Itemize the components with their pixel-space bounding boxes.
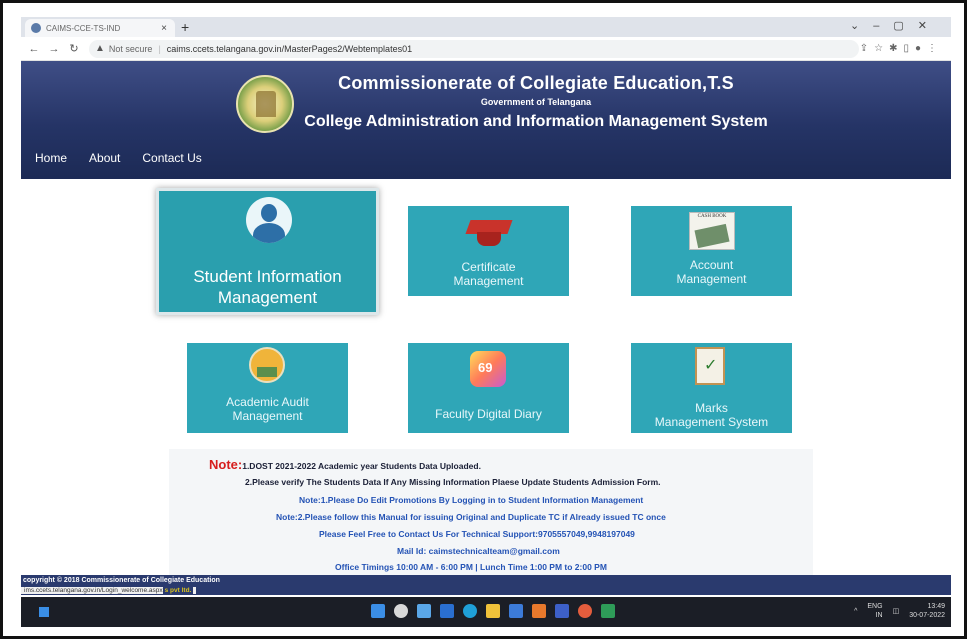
tile-account-label: Account Management [676, 258, 747, 286]
reload-icon[interactable]: ↻ [67, 42, 81, 55]
network-icon[interactable]: ◫ [893, 607, 900, 615]
windows-icon[interactable] [371, 604, 385, 618]
file-explorer-icon[interactable] [486, 604, 500, 618]
tile-student-information-management[interactable]: Student Information Management [156, 188, 379, 315]
tile-student-label: Student Information Management [193, 267, 342, 307]
note-line-6: Mail Id: caimstechnicalteam@gmail.com [397, 546, 560, 556]
browser-tabbar: CAIMS-CCE-TS-IND × + ⌄–▢✕ [21, 17, 951, 37]
tile-marks-label: Marks Management System [654, 401, 769, 429]
store-icon[interactable] [509, 604, 523, 618]
clipboard-icon [695, 347, 725, 385]
tile-marks-management-system[interactable]: Marks Management System [631, 343, 792, 433]
graduation-cap-icon [465, 218, 513, 250]
copyright-text: copyright © 2018 Commissionerate of Coll… [23, 577, 220, 584]
browser-toolbar-icons[interactable]: ⇪☆✱▯●⋮ [860, 43, 943, 54]
forward-icon[interactable]: → [47, 43, 61, 55]
back-icon[interactable]: ← [27, 43, 41, 55]
taskbar-apps [371, 604, 615, 618]
browser-address-bar: ← → ↻ ▲ Not secure | caims.ccets.telanga… [21, 37, 951, 61]
nav-home[interactable]: Home [35, 151, 67, 165]
app-icon-2[interactable] [555, 604, 569, 618]
note-line-2: 2.Please verify The Students Data If Any… [245, 477, 661, 487]
site-header: Commissionerate of Collegiate Education,… [21, 61, 951, 179]
status-bar-url: ims.ccets.telangana.gov.in/Login_welcome… [21, 587, 197, 594]
browser-tab[interactable]: CAIMS-CCE-TS-IND × [25, 19, 175, 37]
system-name: College Administration and Information M… [304, 113, 768, 130]
notes-panel: Note:1.DOST 2021-2022 Academic year Stud… [169, 449, 813, 575]
tile-academic-audit-management[interactable]: Academic Audit Management [187, 343, 348, 433]
note-label: Note: [209, 457, 243, 472]
widgets-icon[interactable] [440, 604, 454, 618]
system-tray: ^ ENG IN ◫ 13:49 30-07-2022 [854, 602, 945, 620]
app-icon[interactable] [532, 604, 546, 618]
separator: | [158, 43, 161, 54]
warning-icon: ▲ [95, 43, 105, 54]
edge-icon[interactable] [463, 604, 477, 618]
chevron-up-icon[interactable]: ^ [854, 608, 857, 615]
screenshot-frame: CAIMS-CCE-TS-IND × + ⌄–▢✕ ← → ↻ ▲ Not se… [0, 0, 967, 639]
tab-title: CAIMS-CCE-TS-IND [46, 23, 121, 33]
url-text[interactable]: caims.ccets.telangana.gov.in/MasterPages… [167, 44, 412, 54]
top-nav: Home About Contact Us [35, 151, 202, 165]
note-line-3: Note:1.Please Do Edit Promotions By Logg… [299, 495, 644, 505]
user-icon [246, 197, 292, 243]
window-controls[interactable]: ⌄–▢✕ [850, 19, 941, 32]
tile-diary-label: Faculty Digital Diary [435, 407, 542, 421]
site-footer: copyright © 2018 Commissionerate of Coll… [21, 575, 951, 595]
site-title: Commissionerate of Collegiate Education,… [338, 73, 734, 93]
nav-contact-us[interactable]: Contact Us [142, 151, 201, 165]
audit-icon [249, 347, 285, 383]
site-subtitle: Government of Telangana [480, 97, 592, 107]
excel-icon[interactable] [601, 604, 615, 618]
not-secure-label: Not secure [108, 43, 153, 54]
tile-audit-label: Academic Audit Management [226, 395, 309, 423]
tile-certificate-management[interactable]: Certificate Management [408, 206, 569, 296]
site-favicon-icon [31, 23, 41, 33]
search-icon[interactable] [394, 604, 408, 618]
cash-book-icon: CASH BOOK [689, 212, 735, 250]
tile-account-management[interactable]: CASH BOOK Account Management [631, 206, 792, 296]
task-view-icon[interactable] [417, 604, 431, 618]
omnibox[interactable]: ▲ Not secure | caims.ccets.telangana.gov… [89, 39, 859, 58]
note-line-5: Please Feel Free to Contact Us For Techn… [319, 529, 635, 539]
start-icon[interactable] [39, 607, 49, 617]
tile-faculty-digital-diary[interactable]: Faculty Digital Diary [408, 343, 569, 433]
nav-about[interactable]: About [89, 151, 120, 165]
language-indicator[interactable]: ENG IN [867, 602, 882, 620]
new-tab-button[interactable]: + [181, 19, 189, 35]
note-line-4[interactable]: Note:2.Please follow this Manual for iss… [276, 512, 666, 522]
tab-close-icon[interactable]: × [161, 23, 167, 34]
note-line-1: Note:1.DOST 2021-2022 Academic year Stud… [209, 457, 481, 472]
cash-book-text: CASH BOOK [697, 214, 727, 219]
clock[interactable]: 13:49 30-07-2022 [909, 602, 945, 620]
diary-icon [470, 351, 506, 387]
note-line-7: Office Timings 10:00 AM - 6:00 PM | Lunc… [335, 562, 607, 572]
tile-certificate-label: Certificate Management [453, 260, 524, 288]
windows-taskbar: ^ ENG IN ◫ 13:49 30-07-2022 [21, 597, 951, 627]
chrome-icon[interactable] [578, 604, 592, 618]
